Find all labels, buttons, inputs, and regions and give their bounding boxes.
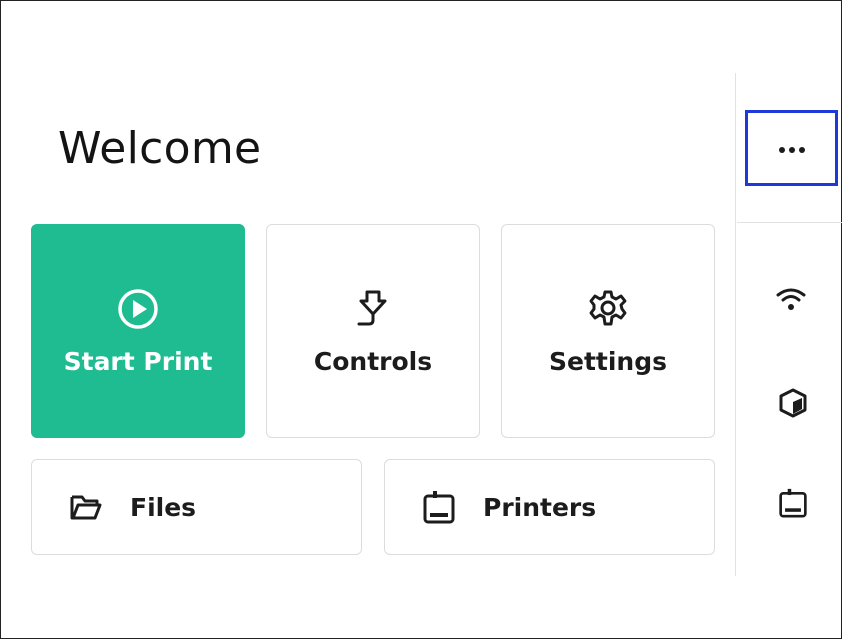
- sidebar-section-divider: [737, 222, 842, 223]
- start-print-label: Start Print: [63, 346, 213, 376]
- printer-icon: [419, 487, 459, 527]
- controls-label: Controls: [313, 346, 433, 376]
- printer-status-icon[interactable]: [773, 483, 813, 523]
- more-horizontal-icon: [777, 139, 807, 158]
- wifi-icon[interactable]: [771, 279, 811, 319]
- more-options-button[interactable]: [745, 110, 838, 186]
- files-button[interactable]: Files: [31, 459, 362, 555]
- play-circle-icon: [116, 287, 160, 331]
- files-label: Files: [130, 492, 197, 522]
- extruder-icon: [351, 287, 395, 331]
- settings-button[interactable]: Settings: [501, 224, 715, 438]
- settings-label: Settings: [548, 346, 667, 376]
- app-window: Welcome Start Print Controls Settings Fi…: [0, 0, 842, 639]
- filament-cube-icon[interactable]: [773, 383, 813, 423]
- folder-icon: [66, 487, 106, 527]
- controls-button[interactable]: Controls: [266, 224, 480, 438]
- sidebar-divider: [735, 73, 736, 576]
- printers-button[interactable]: Printers: [384, 459, 715, 555]
- page-title: Welcome: [58, 123, 262, 174]
- gear-icon: [586, 287, 630, 331]
- printers-label: Printers: [483, 492, 597, 522]
- start-print-button[interactable]: Start Print: [31, 224, 245, 438]
